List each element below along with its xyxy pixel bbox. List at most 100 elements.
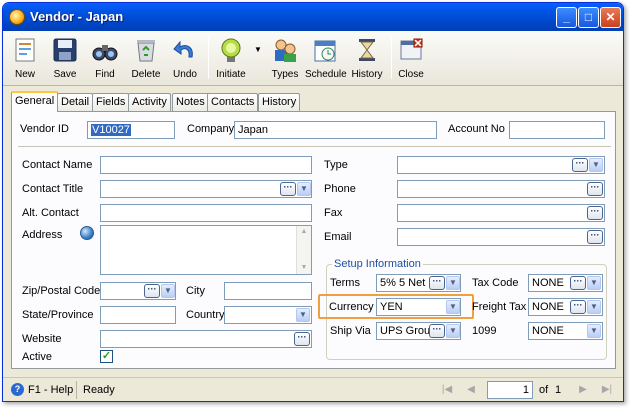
city-label: City: [186, 285, 205, 297]
status-bar: ? F1 - Help Ready |◀ ◀ 1 of 1 ▶ ▶|: [3, 377, 623, 401]
page-number-field[interactable]: 1: [487, 381, 533, 399]
active-checkbox[interactable]: ✓: [100, 350, 113, 363]
fax-ellipsis-button[interactable]: ···: [587, 206, 603, 220]
initiate-dropdown-icon[interactable]: ▼: [254, 45, 262, 54]
tax-code-label: Tax Code: [472, 277, 519, 289]
next-page-icon[interactable]: ▶: [575, 382, 591, 398]
tab-fields[interactable]: Fields: [92, 93, 130, 111]
type-label: Type: [324, 159, 348, 171]
website-ellipsis-button[interactable]: ···: [294, 332, 310, 346]
tab-history[interactable]: History: [258, 93, 301, 111]
first-page-icon[interactable]: |◀: [439, 382, 455, 398]
close-window-button[interactable]: ✕: [600, 7, 621, 28]
company-label: Company: [187, 123, 235, 135]
tab-contacts[interactable]: Contacts: [207, 93, 259, 111]
fax-label: Fax: [324, 207, 343, 219]
address-scrollbar[interactable]: ▲ ▼: [296, 226, 311, 274]
1099-dropdown-icon[interactable]: ▼: [587, 324, 601, 338]
close-icon: [398, 37, 424, 63]
email-field[interactable]: [397, 228, 605, 246]
last-page-icon[interactable]: ▶|: [599, 382, 615, 398]
new-icon: [12, 37, 38, 63]
ship-via-dropdown-icon[interactable]: ▼: [446, 324, 460, 338]
page-total: 1: [555, 384, 562, 396]
window-title: Vendor - Japan: [30, 9, 124, 24]
minimize-button[interactable]: _: [556, 7, 577, 28]
schedule-button[interactable]: Schedule: [305, 35, 347, 83]
phone-ellipsis-button[interactable]: ···: [587, 182, 603, 196]
close-button[interactable]: Close: [391, 35, 431, 83]
terms-ellipsis-button[interactable]: ···: [429, 276, 445, 290]
recycle-bin-icon: [133, 37, 159, 63]
contact-name-label: Contact Name: [22, 159, 93, 171]
tab-activity[interactable]: Activity: [128, 93, 171, 111]
help-label[interactable]: F1 - Help: [28, 384, 73, 396]
state-label: State/Province: [22, 309, 94, 321]
previous-page-icon[interactable]: ◀: [463, 382, 479, 398]
tax-code-ellipsis-button[interactable]: ···: [570, 276, 586, 290]
1099-label: 1099: [472, 325, 497, 337]
country-label: Country: [186, 309, 225, 321]
country-dropdown-icon[interactable]: ▼: [296, 308, 310, 322]
zip-ellipsis-button[interactable]: ···: [144, 284, 160, 298]
status-separator: [76, 381, 77, 399]
zip-dropdown-icon[interactable]: ▼: [161, 284, 175, 298]
vendor-id-field[interactable]: V10027: [87, 121, 175, 139]
binoculars-icon: [92, 37, 118, 63]
help-icon[interactable]: ?: [11, 383, 24, 396]
contact-title-dropdown-icon[interactable]: ▼: [297, 182, 311, 196]
initiate-button[interactable]: Initiate: [211, 35, 251, 83]
new-button[interactable]: New: [5, 35, 45, 83]
website-field[interactable]: [100, 330, 312, 348]
website-label: Website: [22, 333, 62, 345]
address-label: Address: [22, 229, 63, 241]
undo-button[interactable]: Undo: [165, 35, 205, 83]
contact-name-field[interactable]: [100, 156, 312, 174]
vendor-window: Vendor - Japan _ □ ✕ New Save Find Delet…: [2, 2, 624, 402]
find-button[interactable]: Find: [85, 35, 125, 83]
alt-contact-label: Alt. Contact: [22, 207, 79, 219]
type-dropdown-icon[interactable]: ▼: [589, 158, 603, 172]
globe-map-icon[interactable]: [80, 226, 94, 240]
ship-via-label: Ship Via: [330, 325, 371, 337]
tab-notes[interactable]: Notes: [172, 93, 209, 111]
setup-information-title: Setup Information: [332, 258, 423, 270]
city-field[interactable]: [224, 282, 312, 300]
terms-dropdown-icon[interactable]: ▼: [446, 276, 460, 290]
history-button[interactable]: History: [347, 35, 387, 83]
app-icon: [9, 9, 25, 25]
delete-button[interactable]: Delete: [126, 35, 166, 83]
phone-field[interactable]: [397, 180, 605, 198]
general-panel: Vendor ID V10027 Company Japan Account N…: [11, 111, 616, 369]
maximize-button[interactable]: □: [578, 7, 599, 28]
freight-tax-dropdown-icon[interactable]: ▼: [587, 300, 601, 314]
zip-label: Zip/Postal Code: [22, 285, 101, 297]
toolbar: New Save Find Delete Undo Initiate ▼ Typ…: [3, 31, 623, 86]
phone-label: Phone: [324, 183, 356, 195]
save-button[interactable]: Save: [45, 35, 85, 83]
divider: [18, 146, 611, 147]
alt-contact-field[interactable]: [100, 204, 312, 222]
types-button[interactable]: Types: [265, 35, 305, 83]
freight-tax-label: Freight Tax: [472, 301, 527, 313]
hourglass-icon: [354, 37, 380, 63]
freight-tax-ellipsis-button[interactable]: ···: [570, 300, 586, 314]
currency-dropdown-icon[interactable]: ▼: [446, 300, 460, 314]
fax-field[interactable]: [397, 204, 605, 222]
tab-general[interactable]: General: [11, 91, 59, 112]
contact-title-ellipsis-button[interactable]: ···: [280, 182, 296, 196]
tax-code-dropdown-icon[interactable]: ▼: [587, 276, 601, 290]
address-field[interactable]: [100, 225, 312, 275]
type-ellipsis-button[interactable]: ···: [572, 158, 588, 172]
tab-detail[interactable]: Detail: [57, 93, 94, 111]
account-no-field[interactable]: [509, 121, 605, 139]
email-label: Email: [324, 231, 352, 243]
toolbar-separator: [208, 37, 209, 79]
traffic-light-icon: [218, 37, 244, 63]
company-field[interactable]: Japan: [234, 121, 437, 139]
state-field[interactable]: [100, 306, 176, 324]
ship-via-ellipsis-button[interactable]: ···: [429, 324, 445, 338]
email-ellipsis-button[interactable]: ···: [587, 230, 603, 244]
page-of-label: of: [539, 384, 549, 396]
save-icon: [52, 37, 78, 63]
